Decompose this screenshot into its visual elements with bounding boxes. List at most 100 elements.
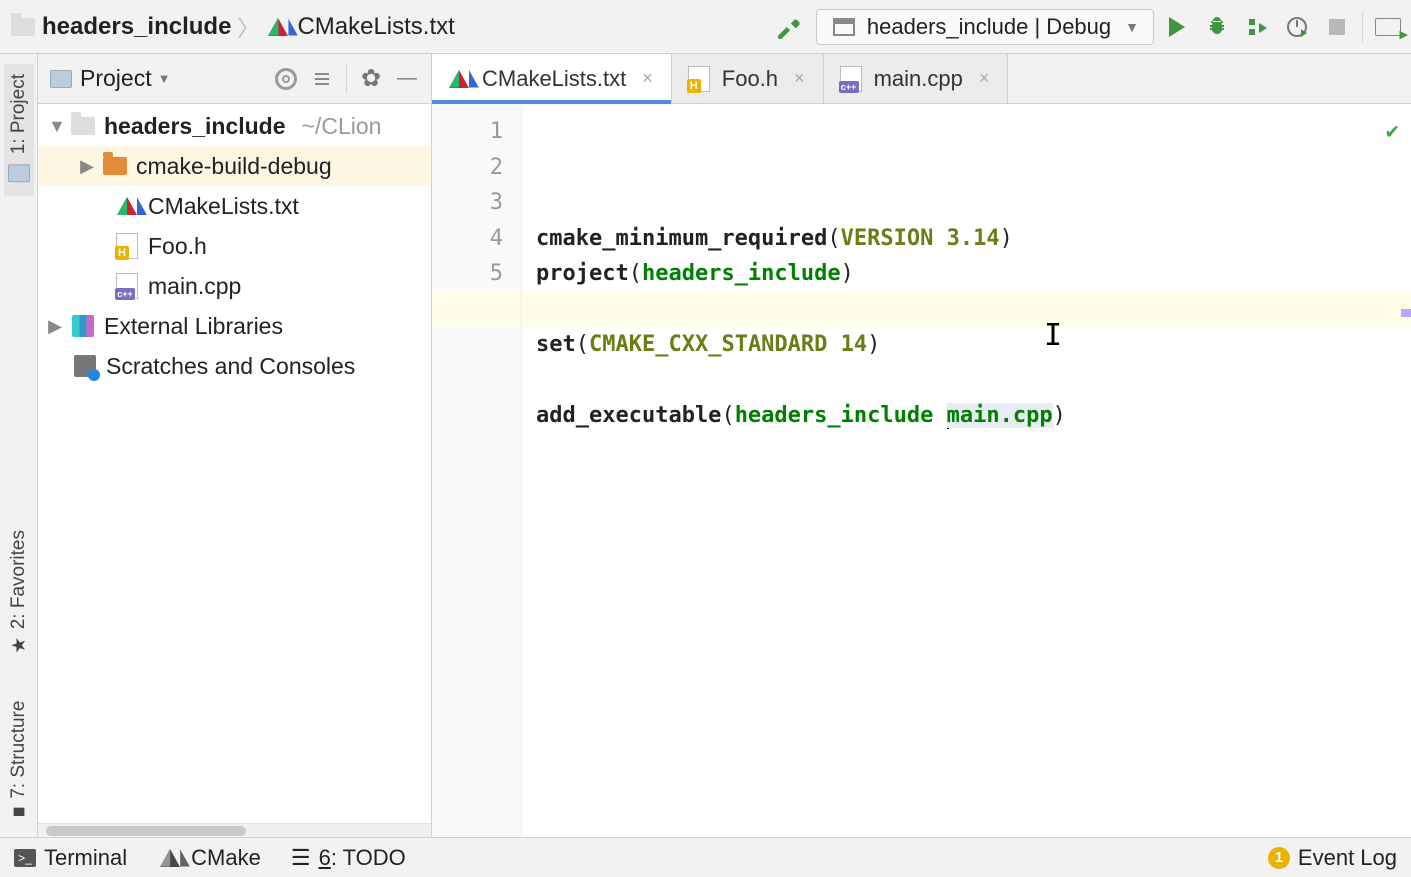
tree-item-label: Foo.h — [148, 233, 207, 260]
tree-root-label: headers_include — [104, 113, 286, 140]
tool-tab-structure[interactable]: ▝▘ 7: Structure — [6, 691, 32, 837]
external-libraries-icon — [70, 313, 96, 339]
tree-root[interactable]: ▼ headers_include ~/CLion — [38, 106, 431, 146]
folder-icon — [10, 14, 36, 40]
text-cursor-icon: 𝙸 — [1044, 318, 1062, 354]
terminal-icon: >_ — [14, 849, 36, 867]
tree-file-foo-h[interactable]: Foo.h — [38, 226, 431, 266]
tree-scratches[interactable]: Scratches and Consoles — [38, 346, 431, 386]
tree-file-main-cpp[interactable]: main.cpp — [38, 266, 431, 306]
chevron-down-icon: ▼ — [158, 71, 171, 86]
inspection-ok-icon[interactable]: ✔ — [1386, 114, 1399, 150]
run-coverage-button[interactable] — [1240, 10, 1274, 44]
navigation-bar: headers_include 〉 CMakeLists.txt headers… — [0, 0, 1411, 54]
editor-body[interactable]: 1 2 3 4 5 6 cmake_minimum_required(VERSI… — [432, 104, 1411, 837]
select-run-target-button[interactable] — [1371, 10, 1405, 44]
tool-window-title[interactable]: Project ▼ — [48, 65, 264, 92]
structure-icon: ▝▘ — [8, 808, 30, 824]
folder-icon — [70, 113, 96, 139]
tree-file-cmakelists[interactable]: CMakeLists.txt — [38, 186, 431, 226]
breadcrumb-root[interactable]: headers_include — [10, 13, 231, 41]
breadcrumbs: headers_include 〉 CMakeLists.txt — [10, 11, 455, 43]
breadcrumb-file[interactable]: CMakeLists.txt — [265, 13, 454, 41]
tree-item-label: cmake-build-debug — [136, 153, 332, 180]
profile-button[interactable] — [1280, 10, 1314, 44]
marker-stripe[interactable] — [1401, 309, 1411, 317]
project-tree[interactable]: ▼ headers_include ~/CLion ▶ cmake-build-… — [38, 104, 431, 823]
code-editor[interactable]: cmake_minimum_required(VERSION 3.14) pro… — [522, 104, 1411, 837]
chevron-right-icon[interactable]: ▶ — [80, 156, 94, 177]
stop-button[interactable] — [1320, 10, 1354, 44]
close-icon[interactable]: × — [979, 68, 990, 89]
tool-tab-favorites-label: 2: Favorites — [8, 530, 30, 629]
editor-tab-cmakelists[interactable]: CMakeLists.txt × — [432, 54, 672, 103]
build-button[interactable] — [776, 14, 802, 40]
app-icon — [831, 14, 857, 40]
run-config-label: headers_include | Debug — [867, 14, 1111, 40]
h-file-icon — [114, 233, 140, 259]
toolbar-separator — [346, 64, 347, 94]
status-event-log-label: Event Log — [1298, 845, 1397, 871]
tree-folder-cmake-build[interactable]: ▶ cmake-build-debug — [38, 146, 431, 186]
tree-external-libraries[interactable]: ▶ External Libraries — [38, 306, 431, 346]
status-cmake-label: CMake — [191, 845, 261, 871]
locate-button[interactable] — [272, 65, 300, 93]
left-tool-rail: 1: Project ★ 2: Favorites ▝▘ 7: Structur… — [0, 54, 38, 837]
collapse-all-button[interactable] — [308, 65, 336, 93]
cpp-file-icon — [838, 66, 864, 92]
tree-item-label: main.cpp — [148, 273, 241, 300]
project-panel-icon — [6, 160, 32, 186]
breadcrumb-separator: 〉 — [237, 11, 259, 43]
chevron-right-icon[interactable]: ▶ — [48, 316, 62, 337]
status-terminal-label: Terminal — [44, 845, 127, 871]
project-tool-window: Project ▼ ✿ — ▼ headers_include ~/CLion … — [38, 54, 432, 837]
tool-tab-structure-label: 7: Structure — [8, 701, 30, 799]
cpp-file-icon — [114, 273, 140, 299]
debug-button[interactable] — [1200, 10, 1234, 44]
hide-tool-button[interactable]: — — [393, 65, 421, 93]
cmake-icon — [265, 14, 291, 40]
tool-tab-project[interactable]: 1: Project — [4, 64, 34, 196]
run-configuration-dropdown[interactable]: headers_include | Debug ▼ — [816, 9, 1154, 45]
tool-window-header: Project ▼ ✿ — — [38, 54, 431, 104]
h-file-icon — [686, 66, 712, 92]
close-icon[interactable]: × — [794, 68, 805, 89]
editor-tabstrip: CMakeLists.txt × Foo.h × main.cpp × — [432, 54, 1411, 104]
tool-tab-project-label: 1: Project — [8, 74, 30, 154]
status-cmake[interactable]: CMake — [157, 845, 261, 871]
tool-tab-favorites[interactable]: ★ 2: Favorites — [6, 520, 32, 667]
line-number: 2 — [432, 150, 503, 186]
tool-window-title-label: Project — [80, 65, 152, 92]
tree-item-label: External Libraries — [104, 313, 283, 340]
cmake-icon — [114, 193, 140, 219]
line-number: 5 — [432, 256, 503, 292]
tree-root-path: ~/CLion — [302, 113, 382, 140]
chevron-down-icon[interactable]: ▼ — [48, 116, 62, 137]
tab-label: Foo.h — [722, 66, 778, 92]
run-button[interactable] — [1160, 10, 1194, 44]
tree-item-label: CMakeLists.txt — [148, 193, 299, 220]
event-count-badge: 1 — [1268, 847, 1290, 869]
line-number: 1 — [432, 114, 503, 150]
line-number: 4 — [432, 221, 503, 257]
horizontal-scrollbar[interactable] — [38, 823, 431, 837]
close-icon[interactable]: × — [642, 68, 653, 89]
status-terminal[interactable]: >_ Terminal — [14, 845, 127, 871]
toolbar-separator — [1362, 12, 1363, 42]
status-event-log[interactable]: 1 Event Log — [1268, 845, 1397, 871]
editor-area: CMakeLists.txt × Foo.h × main.cpp × 1 2 … — [432, 54, 1411, 837]
tool-settings-button[interactable]: ✿ — [357, 65, 385, 93]
tab-label: CMakeLists.txt — [482, 66, 626, 92]
scratches-icon — [72, 353, 98, 379]
status-todo[interactable]: ☰ 6: TODO — [291, 845, 406, 871]
tab-label: main.cpp — [874, 66, 963, 92]
folder-icon — [102, 153, 128, 179]
editor-tab-main-cpp[interactable]: main.cpp × — [824, 54, 1009, 103]
breadcrumb-root-label: headers_include — [42, 13, 231, 41]
project-panel-icon — [48, 66, 74, 92]
line-number: 3 — [432, 185, 503, 221]
star-icon: ★ — [8, 635, 30, 657]
editor-tab-foo-h[interactable]: Foo.h × — [672, 54, 824, 103]
cmake-icon — [446, 66, 472, 92]
chevron-down-icon: ▼ — [1125, 19, 1139, 35]
